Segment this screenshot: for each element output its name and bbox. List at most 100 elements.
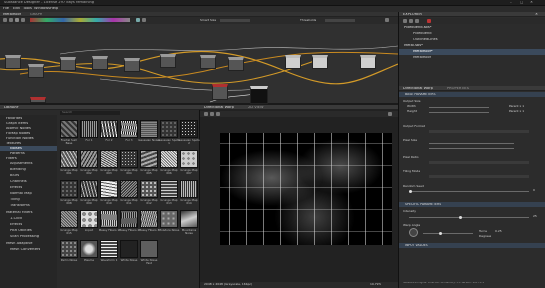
graph-node[interactable] <box>212 84 228 100</box>
thresholds-field[interactable] <box>325 19 355 22</box>
library-thumb[interactable] <box>60 180 78 198</box>
category-effects[interactable]: Effects <box>10 186 22 190</box>
library-thumb[interactable] <box>60 240 78 258</box>
category-graph-items[interactable]: Graph items <box>6 122 28 126</box>
explorer-item-package[interactable]: Metal.sbs* <box>404 44 423 48</box>
explorer-item-package[interactable]: PixelBlend.sbs* <box>404 26 432 30</box>
intensity-slider[interactable] <box>409 217 529 218</box>
output-format-dropdown[interactable] <box>429 130 529 133</box>
warp-angle-slider[interactable] <box>423 233 473 234</box>
align-icon[interactable] <box>21 18 25 22</box>
library-thumb[interactable] <box>160 150 178 168</box>
new-package-icon[interactable] <box>403 19 407 23</box>
menu-help[interactable]: Help <box>50 7 58 11</box>
reset-icon[interactable] <box>136 18 140 22</box>
section-specific-parameters[interactable]: SPECIFIC PARAMETERS <box>399 202 545 207</box>
category-channels[interactable]: Channels <box>10 180 27 184</box>
record-icon[interactable] <box>427 19 431 23</box>
section-base-parameters[interactable]: BASE PARAMETERS <box>399 92 545 97</box>
category-atomic-nodes[interactable]: Atomic Nodes <box>6 127 31 131</box>
menu-windows[interactable]: Windows <box>34 7 50 11</box>
library-thumb[interactable] <box>180 180 198 198</box>
library-thumb[interactable] <box>80 180 98 198</box>
category-scan-processing[interactable]: Scan Processing <box>10 235 39 239</box>
comment-icon[interactable] <box>15 18 19 22</box>
maximize-icon[interactable]: □ <box>520 1 523 5</box>
warp-angle-turns-value[interactable]: 0.25 <box>495 230 502 233</box>
library-thumb[interactable] <box>160 120 178 138</box>
category-normal-map[interactable]: Normal Map <box>10 192 32 196</box>
pin-icon[interactable] <box>3 18 7 22</box>
library-thumb[interactable] <box>140 240 158 258</box>
smart-size-label[interactable]: Smart Size <box>200 19 216 22</box>
explorer-close-icon[interactable]: ✕ <box>535 13 538 17</box>
category-blurs[interactable]: Blurs <box>10 174 19 178</box>
graph-node[interactable] <box>92 56 108 70</box>
category-filters[interactable]: Filters <box>6 157 17 161</box>
random-seed-slider[interactable] <box>409 191 529 192</box>
random-seed-value[interactable]: 0 <box>533 189 535 192</box>
menu-file[interactable]: File <box>3 7 9 11</box>
graph-panel[interactable]: MetalRoof GRAPH Smart Size Thresholds <box>0 12 398 105</box>
graph-node[interactable] <box>60 57 76 71</box>
category-fxmap-nodes[interactable]: FxMap Nodes <box>6 132 30 136</box>
library-thumb[interactable] <box>160 180 178 198</box>
thresholds-label[interactable]: Thresholds <box>300 19 316 22</box>
category-patterns[interactable]: Patterns <box>10 152 25 156</box>
warp-angle-knob[interactable] <box>439 232 442 235</box>
close-icon[interactable]: ✕ <box>530 1 533 5</box>
category-blending[interactable]: Blending <box>10 168 26 172</box>
texture-preview[interactable] <box>220 133 392 245</box>
explorer-item[interactable]: OutlinedLines <box>413 38 438 42</box>
graph-node[interactable] <box>124 58 140 72</box>
category-transforms[interactable]: Transforms <box>10 204 30 208</box>
minimize-icon[interactable]: – <box>510 1 512 5</box>
height-slider[interactable] <box>429 112 489 113</box>
explorer-item-selected[interactable]: MetalRoof* <box>413 50 433 54</box>
library-thumb[interactable] <box>100 180 118 198</box>
library-thumb[interactable] <box>120 210 138 228</box>
category-favorites[interactable]: Favorites <box>6 117 22 121</box>
category-adjustments[interactable]: Adjustments <box>10 162 33 166</box>
width-value[interactable]: Parent x 1 <box>509 105 524 108</box>
open-package-icon[interactable] <box>409 19 413 23</box>
smart-size-field[interactable] <box>220 19 250 22</box>
save-icon[interactable] <box>415 19 419 23</box>
library-thumb[interactable] <box>140 120 158 138</box>
library-thumb[interactable] <box>60 210 78 228</box>
intensity-value[interactable]: 25 <box>533 215 537 218</box>
category-material-filters[interactable]: Material Filters <box>6 211 33 215</box>
library-thumb[interactable] <box>80 240 98 258</box>
width-slider[interactable] <box>429 107 489 108</box>
warp-angle-dial[interactable] <box>409 228 418 237</box>
view-2d-zoom[interactable]: 19.79% <box>370 283 381 286</box>
explorer-item[interactable]: PixelBlend <box>413 32 432 36</box>
category-mat-effects[interactable]: Effects <box>10 223 22 227</box>
category-selected-row[interactable] <box>0 146 57 151</box>
library-thumb[interactable] <box>180 150 198 168</box>
category-noises[interactable]: Noises <box>10 147 22 151</box>
library-thumb[interactable] <box>160 210 178 228</box>
graph-settings-icon[interactable] <box>385 18 389 22</box>
node-color-strip[interactable] <box>30 18 130 22</box>
library-thumb[interactable] <box>80 120 98 138</box>
frame-icon[interactable] <box>9 18 13 22</box>
view-settings-icon[interactable] <box>388 112 392 116</box>
library-thumb[interactable] <box>60 150 78 168</box>
graph-node[interactable] <box>360 55 376 69</box>
library-search-input[interactable]: Search <box>60 111 120 115</box>
height-value[interactable]: Parent x 1 <box>509 110 524 113</box>
library-thumb[interactable] <box>100 150 118 168</box>
pixel-size-slider-2[interactable] <box>429 148 514 149</box>
category-mesh-adaptive[interactable]: Mesh Adaptive <box>6 242 33 246</box>
tiling-mode-dropdown[interactable] <box>429 175 529 178</box>
library-thumb[interactable] <box>100 120 118 138</box>
graph-node[interactable] <box>30 97 46 103</box>
library-thumb[interactable] <box>140 180 158 198</box>
view-2d-panel[interactable]: Directional Warp 2D VIEW 2048 x 2048 (Gr… <box>200 105 398 288</box>
library-thumb[interactable] <box>80 150 98 168</box>
section-input-values[interactable]: INPUT VALUES <box>399 243 545 248</box>
grid-icon[interactable] <box>142 18 146 22</box>
menu-edit[interactable]: Edit <box>13 7 20 11</box>
intensity-knob[interactable] <box>459 216 462 219</box>
